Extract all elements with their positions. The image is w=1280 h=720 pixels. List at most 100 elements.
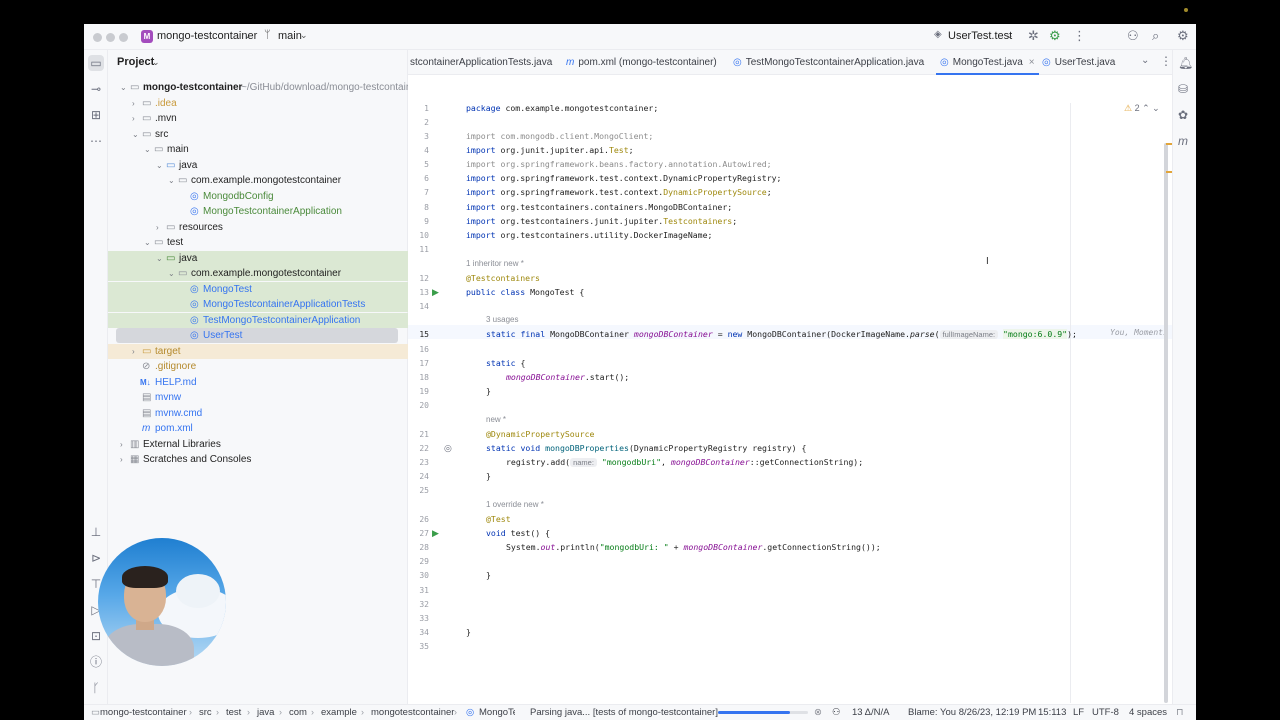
project-panel-title[interactable]: Project [117,56,154,68]
chevron-down-icon[interactable]: ⌄ [1141,55,1149,66]
structure-icon[interactable]: ⊞ [88,107,104,123]
minimize-window-button[interactable] [106,33,115,42]
file-encoding[interactable]: UTF-8 [1092,707,1119,718]
tree-item-help[interactable]: M↓ HELP.md [108,375,408,390]
caret-position[interactable]: 15:113 [1038,707,1066,718]
breadcrumb-package[interactable]: mongotestcontainer [371,707,454,718]
expand-arrow-icon[interactable]: ⌄ [168,266,175,281]
line-number[interactable]: 29 [408,557,429,566]
add-user-icon[interactable]: ⚇ [1127,28,1139,44]
spring-gutter-icon[interactable]: ◎ [444,443,452,454]
chevron-down-icon[interactable]: ⌄ [152,57,160,68]
expand-arrow-icon[interactable]: ⌄ [156,251,163,266]
notifications-bell-icon[interactable]: 🔔︎ [1178,56,1193,70]
line-number[interactable]: 17 [408,359,429,368]
line-number[interactable]: 9 [408,217,429,226]
tab-apptests[interactable]: stcontainerApplicationTests.java [410,50,552,75]
indent-setting[interactable]: 4 spaces [1129,707,1167,718]
git-icon[interactable]: ᚴ [88,680,104,696]
tree-item-src[interactable]: ⌄ ▭ src [108,127,408,142]
tab-testapp[interactable]: ◎ TestMongoTestcontainerApplication.java [733,50,924,75]
line-number[interactable]: 25 [408,486,429,495]
line-number[interactable]: 30 [408,571,429,580]
tree-item-test-package[interactable]: ⌄ ▭ com.example.mongotestcontainer [108,266,408,281]
tree-item-target[interactable]: › ▭ target [108,344,408,359]
line-number[interactable]: 23 [408,458,429,467]
line-number[interactable]: 10 [408,231,429,240]
project-folder-icon[interactable]: ▭ [88,55,104,71]
expand-arrow-icon[interactable]: ⌄ [120,80,127,95]
tree-item-app[interactable]: ◎ MongoTestcontainerApplication [108,204,408,219]
zoom-window-button[interactable] [119,33,128,42]
line-separator[interactable]: LF [1073,707,1084,718]
endpoints-icon[interactable]: ⊥ [88,524,104,540]
more-actions-icon[interactable]: ⋮ [1073,28,1086,44]
tree-item-external-libraries[interactable]: › ▥ External Libraries [108,437,408,452]
line-number[interactable]: 27 [408,529,429,538]
close-icon[interactable]: × [1029,57,1035,68]
more-tools-icon[interactable]: ⋯ [88,133,104,149]
chevron-down-icon[interactable]: ⌄ [300,30,308,41]
lock-icon[interactable]: ⊓ [1176,707,1183,718]
line-number[interactable]: 15 [408,330,429,339]
line-number[interactable]: 21 [408,430,429,439]
tree-item-idea[interactable]: › ▭ .idea [108,96,408,111]
tree-item-test-java[interactable]: ⌄ ▭ java [108,251,408,266]
line-number[interactable]: 11 [408,245,429,254]
code-vision-hint[interactable]: new * [486,415,506,424]
editor-vertical-scrollbar[interactable] [1164,143,1168,703]
branch-switcher[interactable]: main [278,30,302,42]
tree-item-apptests[interactable]: ◎ MongoTestcontainerApplicationTests [108,297,408,312]
breadcrumb-class[interactable]: MongoTe [479,707,515,718]
line-number[interactable]: 7 [408,188,429,197]
expand-arrow-icon[interactable]: ⌄ [132,127,139,142]
expand-arrow-icon[interactable]: › [156,220,159,235]
run-configuration-selector[interactable]: UserTest.test [948,30,1012,42]
breadcrumb-project[interactable]: mongo-testcontainer [100,707,187,718]
line-number[interactable]: 31 [408,586,429,595]
expand-arrow-icon[interactable]: › [120,452,123,467]
code-editor[interactable]: 1 2 3 4 5 6 7 8 9 10 11 12 13 14 15 16 17 18 19 20 21 22 23 24 2… [408,75,1178,704]
run-coverage-icon[interactable]: ⚙ [1049,28,1061,44]
maven-icon[interactable]: m [1178,134,1188,148]
cancel-task-icon[interactable]: ⊗ [814,707,822,718]
line-number[interactable]: 32 [408,600,429,609]
line-number[interactable]: 16 [408,345,429,354]
tab-usertest[interactable]: ◎ UserTest.java [1042,50,1115,75]
chevron-down-icon[interactable]: ⌄ [244,30,252,41]
tree-item-mongotest[interactable]: ◎ MongoTest [108,282,408,297]
line-number[interactable]: 19 [408,387,429,396]
expand-arrow-icon[interactable]: ⌄ [144,235,151,250]
ai-assistant-icon[interactable]: ✿ [1178,108,1188,122]
tab-pom[interactable]: m pom.xml (mongo-testcontainer) [566,50,717,75]
breadcrumb-com[interactable]: com [289,707,307,718]
tree-item-resources[interactable]: › ▭ resources [108,220,408,235]
inspection-widget[interactable]: ⚠ 2 ⌃ ⌄ [1124,103,1160,114]
git-branch-icon[interactable]: ᛘ [264,29,271,41]
expand-arrow-icon[interactable]: ⌄ [168,173,175,188]
run-gutter-icon[interactable]: ▶ [432,528,439,539]
tree-item-usertest[interactable]: ◎ UserTest [116,328,398,343]
tree-item-testapp[interactable]: ◎ TestMongoTestcontainerApplication [108,313,408,328]
more-vertical-icon[interactable]: ⋮ [1160,54,1172,68]
expand-arrow-icon[interactable]: › [132,344,135,359]
terminal-icon[interactable]: ⊡ [88,628,104,644]
editor-gutter[interactable]: 1 2 3 4 5 6 7 8 9 10 11 12 13 14 15 16 17 18 19 20 21 22 23 24 2… [408,75,466,704]
search-icon[interactable]: ⌕ [1152,28,1159,44]
services-icon[interactable]: ⊳ [88,550,104,566]
line-number[interactable]: 2 [408,118,429,127]
line-number[interactable]: 1 [408,104,429,113]
line-number[interactable]: 33 [408,614,429,623]
tree-item-gitignore[interactable]: ⊘ .gitignore [108,359,408,374]
chevron-down-icon[interactable]: ⌄ [1006,30,1014,41]
expand-arrow-icon[interactable]: › [132,111,135,126]
breadcrumb-src[interactable]: src [199,707,212,718]
code-vision-hint[interactable]: 1 override new * [486,500,544,509]
line-number[interactable]: 8 [408,203,429,212]
tree-item-mvnwcmd[interactable]: ▤ mvnw.cmd [108,406,408,421]
tree-item-mvn[interactable]: › ▭ .mvn [108,111,408,126]
line-number[interactable]: 26 [408,515,429,524]
line-number[interactable]: 4 [408,146,429,155]
vcs-changes[interactable]: 13 Δ/N/A [852,707,890,718]
blame-info[interactable]: Blame: You 8/26/23, 12:19 PM [908,707,1036,718]
